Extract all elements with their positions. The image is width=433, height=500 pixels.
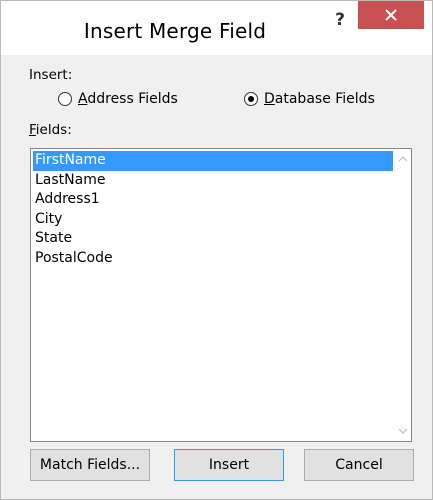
list-item[interactable]: PostalCode: [33, 249, 393, 269]
insert-label: Insert:: [29, 67, 73, 83]
fields-list: FirstName LastName Address1 City State P…: [33, 151, 393, 268]
close-icon: [385, 9, 397, 21]
list-item[interactable]: LastName: [33, 171, 393, 191]
radio-button-checked[interactable]: [244, 92, 258, 106]
vertical-scrollbar[interactable]: [394, 149, 411, 441]
list-item[interactable]: State: [33, 229, 393, 249]
database-fields-label: Database Fields: [264, 91, 375, 107]
cancel-button-label: Cancel: [335, 457, 383, 473]
list-item[interactable]: Address1: [33, 190, 393, 210]
close-button[interactable]: [358, 1, 424, 29]
chevron-up-icon[interactable]: [398, 155, 408, 163]
address-fields-radio[interactable]: Address Fields: [58, 91, 178, 107]
radio-button-unchecked[interactable]: [58, 92, 72, 106]
list-item[interactable]: City: [33, 210, 393, 230]
match-fields-label: Match Fields...: [39, 457, 141, 473]
insert-merge-field-dialog: Insert Merge Field ? Insert: Address Fie…: [0, 0, 433, 500]
chevron-down-icon[interactable]: [398, 427, 408, 435]
database-fields-radio[interactable]: Database Fields: [244, 91, 375, 107]
fields-listbox[interactable]: FirstName LastName Address1 City State P…: [30, 148, 412, 442]
fields-label: Fields:: [29, 122, 72, 138]
cancel-button[interactable]: Cancel: [304, 449, 414, 481]
title-bar: Insert Merge Field ?: [1, 1, 432, 55]
dialog-body: Insert: Address Fields Database Fields F…: [8, 57, 425, 492]
help-icon: ?: [335, 10, 345, 30]
insert-button[interactable]: Insert: [174, 449, 284, 481]
dialog-title: Insert Merge Field: [83, 19, 267, 43]
list-item[interactable]: FirstName: [33, 151, 393, 171]
address-fields-label: Address Fields: [78, 91, 178, 107]
match-fields-button[interactable]: Match Fields...: [30, 449, 150, 481]
insert-button-label: Insert: [208, 457, 250, 473]
help-button[interactable]: ?: [326, 7, 354, 33]
